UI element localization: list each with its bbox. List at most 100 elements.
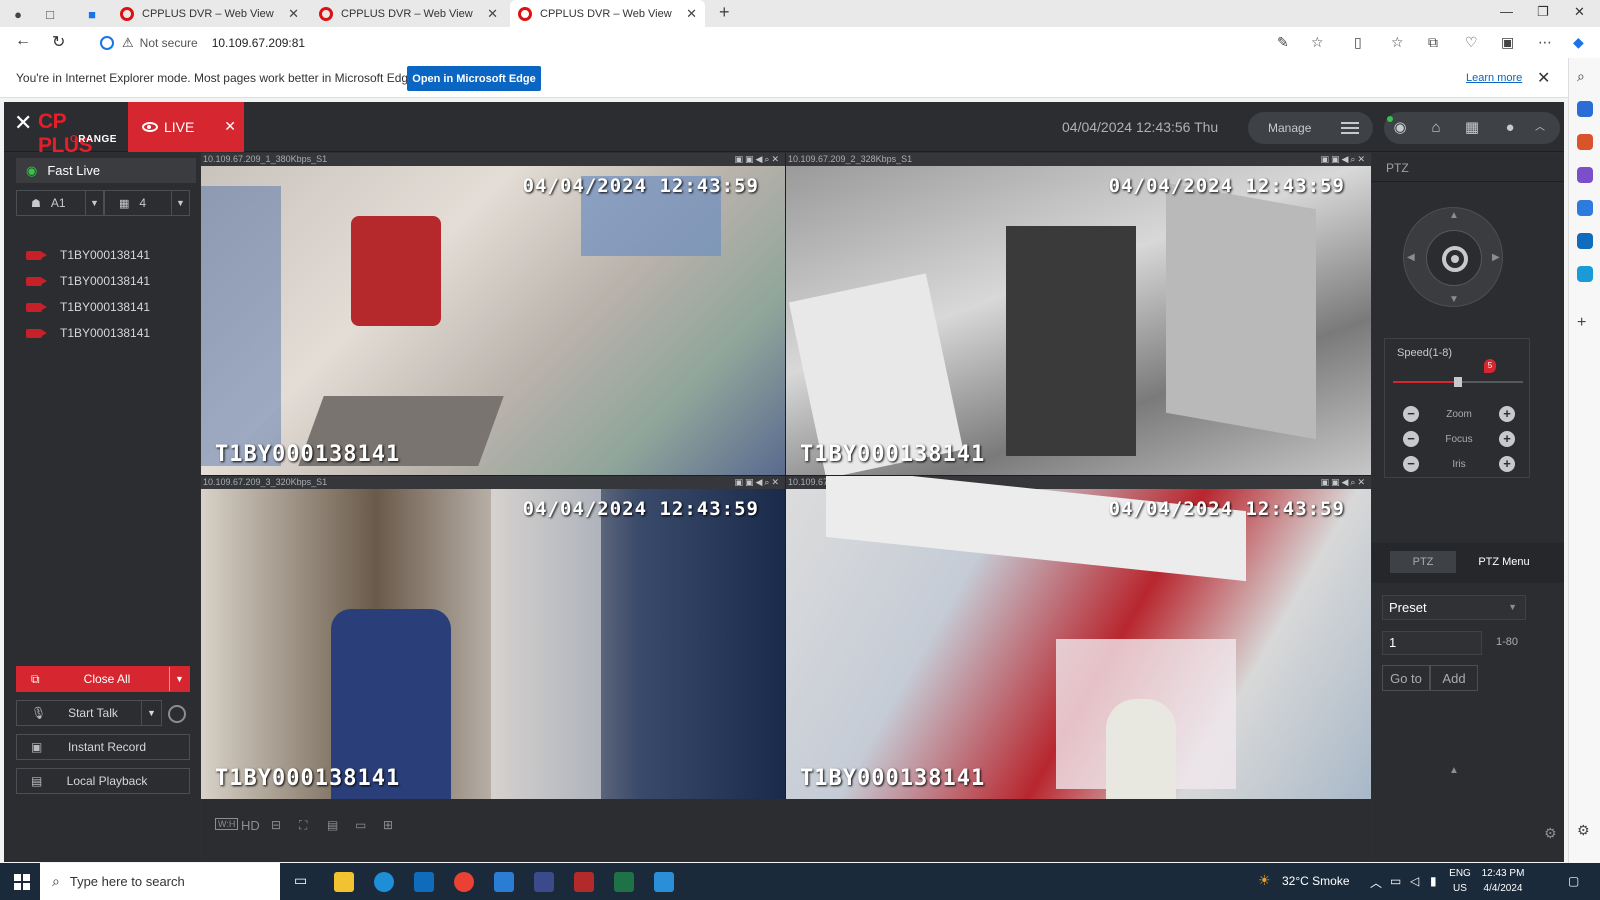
camera-list-item[interactable]: T1BY000138141 <box>26 297 150 317</box>
outlook-icon[interactable] <box>414 872 434 892</box>
settings-gear-icon[interactable]: ⚙ <box>1544 825 1557 842</box>
iris-plus-button[interactable]: + <box>1499 456 1515 472</box>
security-label[interactable]: Not secure <box>140 36 198 50</box>
toolbar-toggle-icon[interactable]: ▤ <box>327 818 338 832</box>
aspect-ratio-button[interactable]: W:H <box>215 818 239 830</box>
restore-icon[interactable]: ❐ <box>1537 4 1549 20</box>
video-controls-icon[interactable]: ▣▣◀⌕✕ <box>734 476 781 489</box>
tab-close-icon[interactable]: ✕ <box>487 6 498 22</box>
games-icon[interactable] <box>1577 167 1593 183</box>
camera-list-item[interactable]: T1BY000138141 <box>26 245 150 265</box>
clock[interactable]: 12:43 PM 4/4/2024 <box>1478 866 1528 896</box>
iris-minus-button[interactable]: − <box>1403 456 1419 472</box>
weather-icon[interactable]: ☀ <box>1258 872 1271 889</box>
speed-slider[interactable]: 5 <box>1393 359 1523 387</box>
video-tile-2[interactable]: 10.109.67.209_2_328Kbps_S1 ▣▣◀⌕✕ 04/04/20… <box>786 153 1371 475</box>
arrow-right-icon[interactable]: ▶ <box>1492 252 1500 263</box>
video-tile-3[interactable]: 10.109.67.209_3_320Kbps_S1 ▣▣◀⌕✕ 04/04/20… <box>201 476 785 799</box>
add-preset-button[interactable]: Add <box>1430 665 1478 691</box>
camera-list-item[interactable]: T1BY000138141 <box>26 323 150 343</box>
app-icon[interactable] <box>534 872 554 892</box>
search-icon[interactable]: ⌕ <box>1577 68 1593 84</box>
learn-more-link[interactable]: Learn more <box>1466 72 1522 84</box>
chevron-up-icon[interactable]: ︿ <box>1530 118 1550 138</box>
ie-mode-icon[interactable] <box>100 36 114 50</box>
chevron-down-icon[interactable]: ▼ <box>141 701 161 725</box>
quad-layout-icon[interactable]: ⊞ <box>383 818 393 832</box>
joystick-center[interactable] <box>1426 230 1482 286</box>
single-layout-icon[interactable]: ▭ <box>355 818 366 832</box>
chevron-down-icon[interactable]: ▼ <box>85 191 103 215</box>
layout-select[interactable]: ▦ 4 ▼ <box>104 190 190 216</box>
collections-icon[interactable]: ⧉ <box>1428 34 1438 51</box>
favorite-star-icon[interactable]: ☆ <box>1311 34 1324 51</box>
profile-icon[interactable]: ● <box>8 4 28 24</box>
office-icon[interactable] <box>1577 200 1593 216</box>
user-icon[interactable]: ● <box>1500 118 1520 138</box>
arrow-down-icon[interactable]: ▼ <box>1449 294 1459 305</box>
file-explorer-icon[interactable] <box>334 872 354 892</box>
video-controls-icon[interactable]: ▣▣◀⌕✕ <box>1320 153 1367 166</box>
language-indicator[interactable]: ENG US <box>1446 866 1474 896</box>
task-view-icon[interactable]: ▭ <box>294 872 314 892</box>
fullscreen-icon[interactable]: ⛶ <box>299 818 307 833</box>
back-icon[interactable]: ← <box>15 32 31 50</box>
live-tab-close-icon[interactable]: ✕ <box>224 118 236 135</box>
sidebar-settings-icon[interactable]: ⚙ <box>1577 822 1593 838</box>
banner-close-icon[interactable]: ✕ <box>1537 68 1550 88</box>
favorites-icon[interactable]: ☆ <box>1391 34 1404 51</box>
browser-essentials-icon[interactable]: ♡ <box>1465 34 1478 51</box>
zoom-out-button[interactable]: − <box>1403 406 1419 422</box>
edge-icon[interactable] <box>374 872 394 892</box>
arrow-left-icon[interactable]: ◀ <box>1407 252 1415 263</box>
sidebar-app-icon[interactable] <box>1577 101 1593 117</box>
preset-number-input[interactable]: 1 <box>1382 631 1482 655</box>
stream-switch-icon[interactable]: ⊟ <box>271 818 281 832</box>
close-all-button[interactable]: ⧉ Close All ▼ <box>16 666 190 692</box>
instant-record-button[interactable]: ▣ Instant Record <box>16 734 190 760</box>
tab-actions-icon[interactable]: □ <box>40 4 60 24</box>
live-tab[interactable]: LIVE ✕ <box>128 102 244 152</box>
store-icon[interactable] <box>494 872 514 892</box>
fast-live-item[interactable]: ◉ Fast Live <box>16 158 196 183</box>
volume-icon[interactable]: ◁ <box>1410 874 1419 888</box>
ie-mode-toolbar-icon[interactable]: ▣ <box>1501 34 1514 51</box>
goto-button[interactable]: Go to <box>1382 665 1430 691</box>
channel-select[interactable]: ☗ A1 ▼ <box>16 190 104 216</box>
preset-select[interactable]: Preset ▼ <box>1382 595 1526 620</box>
video-tile-4[interactable]: 10.109.67.209_4_327Kbps_S1▣▣◀⌕✕ 04/04/20… <box>786 476 1371 799</box>
hd-button[interactable]: HD <box>241 818 260 833</box>
windows-start-icon[interactable] <box>14 874 30 890</box>
video-controls-icon[interactable]: ▣▣◀⌕✕ <box>1320 476 1367 489</box>
read-aloud-icon[interactable]: ✎ <box>1277 34 1289 51</box>
copilot-icon[interactable]: ◆ <box>1573 34 1584 51</box>
video-tile-1[interactable]: 10.109.67.209_1_380Kbps_S1 ▣▣◀⌕✕ 04/04/20… <box>201 153 785 475</box>
browser-tab-3-active[interactable]: CPPLUS DVR – Web View ✕ <box>510 0 705 27</box>
browser-tab-2[interactable]: CPPLUS DVR – Web View ✕ <box>311 0 506 27</box>
focus-plus-button[interactable]: + <box>1498 431 1515 447</box>
paint-icon[interactable] <box>654 872 674 892</box>
pinned-tab-icon[interactable]: ■ <box>82 4 102 24</box>
excel-icon[interactable] <box>614 872 634 892</box>
live-view-icon[interactable]: ◉ <box>1390 118 1410 138</box>
manage-button[interactable]: Manage <box>1248 112 1373 144</box>
outlook-icon[interactable] <box>1577 233 1593 249</box>
url-field[interactable]: ⚠ Not secure 10.109.67.209:81 <box>92 31 1332 55</box>
focus-minus-button[interactable]: − <box>1403 431 1419 447</box>
taskbar-search[interactable]: ⌕ Type here to search <box>40 863 280 900</box>
tab-close-icon[interactable]: ✕ <box>686 6 697 22</box>
browser-tab-1[interactable]: CPPLUS DVR – Web View ✕ <box>112 0 307 27</box>
collapse-up-icon[interactable]: ▲ <box>1449 765 1459 776</box>
video-controls-icon[interactable]: ▣▣◀⌕✕ <box>734 153 781 166</box>
local-playback-button[interactable]: ▤ Local Playback <box>16 768 190 794</box>
more-options-icon[interactable]: ⋯ <box>1538 34 1552 51</box>
tab-close-icon[interactable]: ✕ <box>288 6 299 22</box>
weather-text[interactable]: 32°C Smoke <box>1282 874 1350 888</box>
send-icon[interactable] <box>1577 266 1593 282</box>
refresh-icon[interactable]: ↻ <box>52 32 65 52</box>
ptz-joystick[interactable]: ▲ ▼ ◀ ▶ <box>1403 207 1503 307</box>
tab-ptz[interactable]: PTZ <box>1390 551 1456 573</box>
notification-icon[interactable]: ▢ <box>1568 874 1579 888</box>
tray-chevron-icon[interactable]: ︿ <box>1370 874 1382 891</box>
warning-icon[interactable]: ⚠ <box>122 35 134 51</box>
